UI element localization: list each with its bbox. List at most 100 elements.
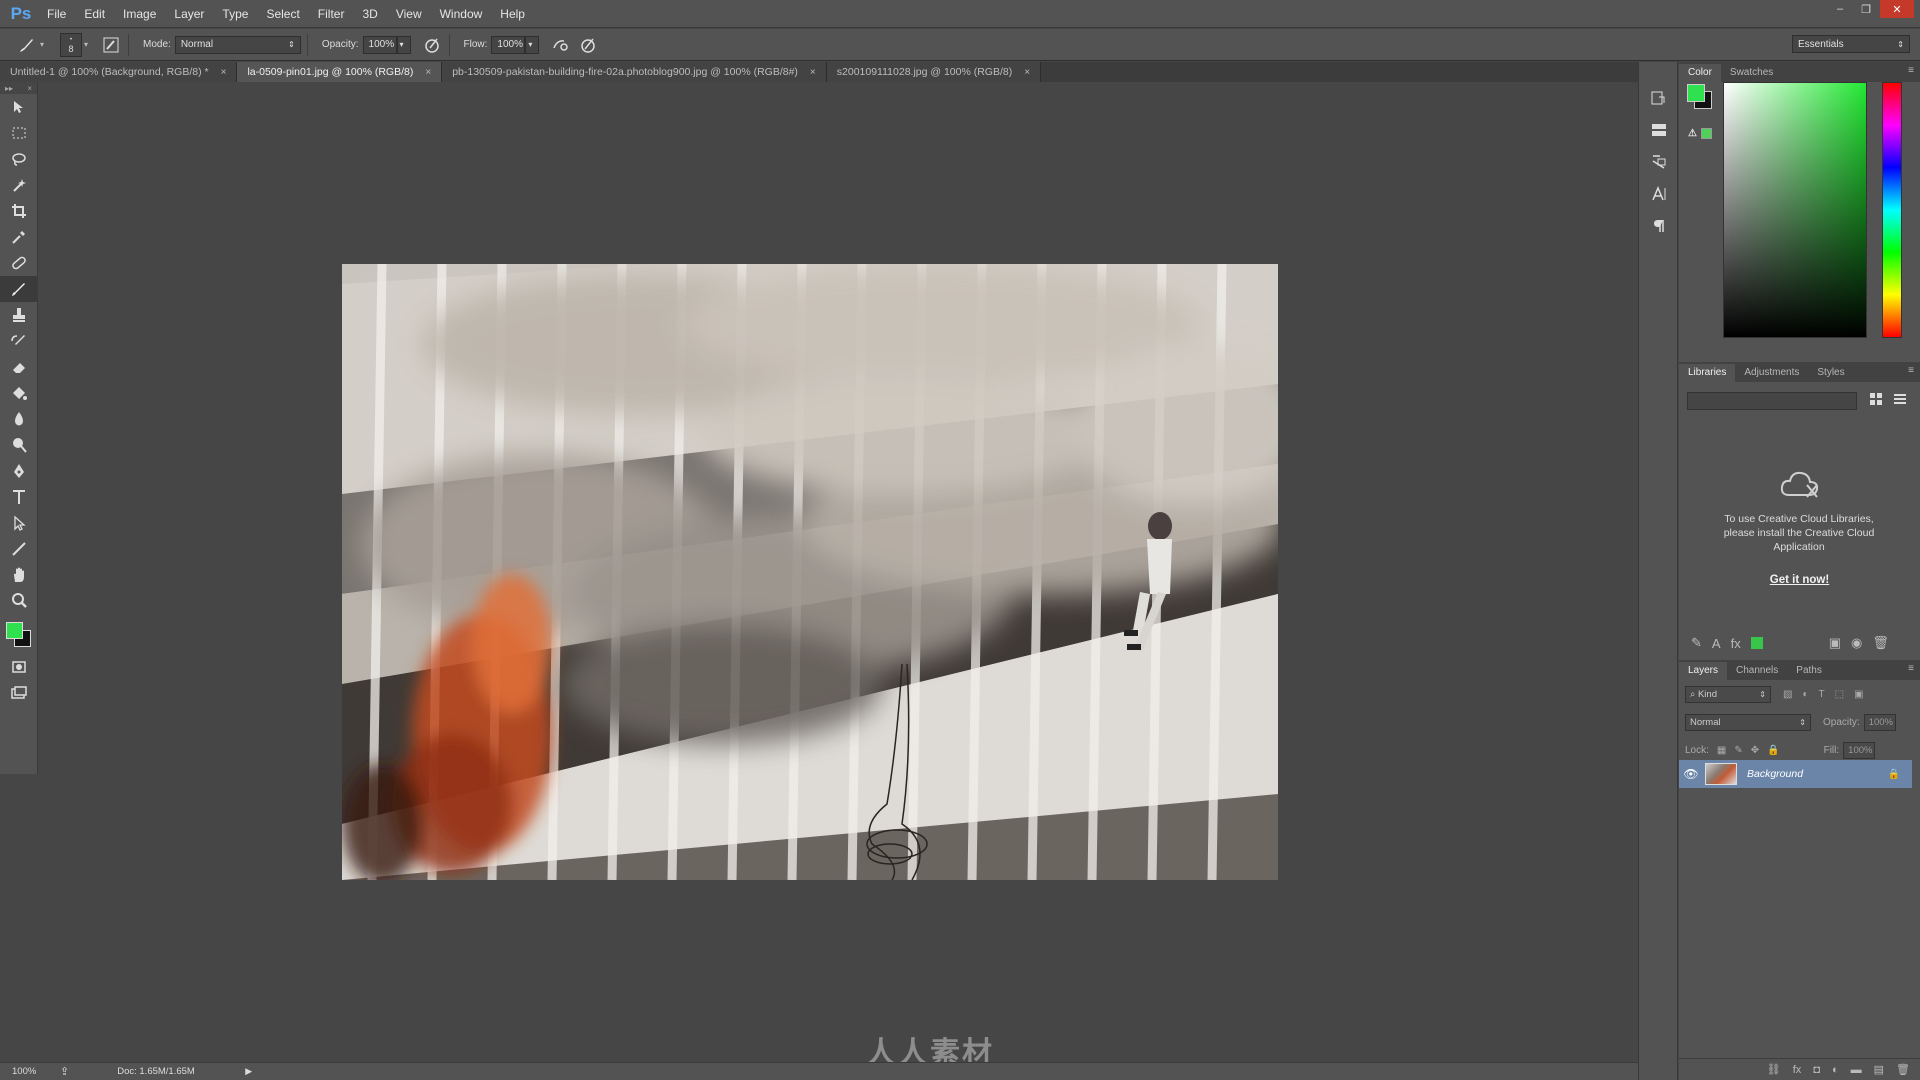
dodge-tool-icon[interactable]	[0, 432, 38, 458]
path-selection-tool-icon[interactable]	[0, 510, 38, 536]
add-layer-style-icon[interactable]: fx	[1793, 1064, 1802, 1076]
menu-3d[interactable]: 3D	[353, 0, 386, 28]
close-icon[interactable]: ×	[221, 67, 227, 78]
tab-styles[interactable]: Styles	[1808, 364, 1853, 382]
foreground-color-swatch[interactable]	[6, 622, 23, 639]
layer-row-background[interactable]: 👁 Background 🔒	[1679, 760, 1912, 788]
pressure-size-icon[interactable]	[577, 34, 599, 56]
history-panel-icon[interactable]	[1639, 82, 1679, 114]
lasso-tool-icon[interactable]	[0, 146, 38, 172]
pen-tool-icon[interactable]	[0, 458, 38, 484]
add-character-style-icon[interactable]: A	[1712, 636, 1721, 651]
filter-pixel-icon[interactable]: ▧	[1783, 689, 1792, 700]
zoom-level[interactable]: 100%	[12, 1066, 52, 1077]
flow-dropdown[interactable]: ▾	[525, 35, 540, 54]
tab-s200109111028[interactable]: s200109111028.jpg @ 100% (RGB/8) ×	[826, 62, 1042, 82]
add-mask-icon[interactable]: ◘	[1813, 1064, 1820, 1076]
panel-menu-icon[interactable]: ≡	[1908, 365, 1914, 376]
layer-opacity-field[interactable]: 100%	[1863, 713, 1896, 731]
filter-adjustment-icon[interactable]: ◐	[1802, 689, 1808, 700]
gamut-warning-icon[interactable]: ⚠	[1688, 128, 1699, 139]
tab-untitled-1[interactable]: Untitled-1 @ 100% (Background, RGB/8) * …	[0, 62, 238, 82]
menu-select[interactable]: Select	[257, 0, 308, 28]
mode-select[interactable]: Normal ⇕	[174, 35, 301, 54]
menu-edit[interactable]: Edit	[75, 0, 114, 28]
layer-name[interactable]: Background	[1747, 768, 1888, 780]
paragraph-panel-icon[interactable]	[1639, 210, 1679, 242]
share-icon[interactable]: ⇪	[60, 1065, 69, 1078]
delete-layer-icon[interactable]: 🗑	[1896, 1063, 1910, 1076]
menu-type[interactable]: Type	[213, 0, 257, 28]
close-icon[interactable]: ×	[425, 67, 431, 78]
tab-adjustments[interactable]: Adjustments	[1735, 364, 1808, 382]
add-layer-style-icon[interactable]: fx	[1731, 636, 1741, 651]
brush-tool-preset-icon[interactable]	[16, 34, 38, 56]
library-select[interactable]	[1687, 392, 1857, 410]
grid-view-icon[interactable]	[1869, 392, 1885, 408]
lock-transparent-icon[interactable]: ▦	[1717, 745, 1726, 756]
quick-selection-tool-icon[interactable]	[0, 172, 38, 198]
add-graphic-icon[interactable]: ✎	[1691, 635, 1702, 651]
quick-mask-icon[interactable]	[0, 654, 38, 680]
screen-mode-icon[interactable]	[0, 680, 38, 706]
workspace-switcher[interactable]: Essentials ⇕	[1792, 35, 1910, 53]
layer-filter-select[interactable]: ⌕ Kind ⇕	[1685, 685, 1771, 703]
panel-menu-icon[interactable]: ≡	[1908, 65, 1914, 76]
add-color-swatch[interactable]	[1750, 637, 1763, 649]
visibility-eye-icon[interactable]: 👁	[1679, 767, 1703, 781]
paint-bucket-tool-icon[interactable]	[0, 380, 38, 406]
properties-panel-icon[interactable]	[1639, 114, 1679, 146]
menu-filter[interactable]: Filter	[309, 0, 354, 28]
minimize-button[interactable]: –	[1828, 0, 1852, 18]
tools-panel-header[interactable]: ▸▸ ×	[0, 82, 37, 94]
lock-position-icon[interactable]: ✥	[1751, 745, 1759, 756]
tab-paths[interactable]: Paths	[1787, 662, 1831, 680]
menu-file[interactable]: File	[38, 0, 75, 28]
lock-all-icon[interactable]: 🔒	[1767, 745, 1779, 756]
zoom-tool-icon[interactable]	[0, 588, 38, 614]
tab-la-0509-pin01[interactable]: la-0509-pin01.jpg @ 100% (RGB/8) ×	[237, 62, 443, 82]
get-it-now-link[interactable]: Get it now!	[1679, 574, 1920, 586]
menu-image[interactable]: Image	[114, 0, 165, 28]
filter-type-icon[interactable]: T	[1819, 689, 1825, 700]
eyedropper-tool-icon[interactable]	[0, 224, 38, 250]
status-menu-arrow-icon[interactable]: ▶	[245, 1066, 252, 1077]
healing-brush-tool-icon[interactable]	[0, 250, 38, 276]
menu-layer[interactable]: Layer	[165, 0, 213, 28]
brush-tool-icon[interactable]	[0, 276, 38, 302]
new-group-icon[interactable]: ▬	[1851, 1064, 1862, 1076]
link-layers-icon[interactable]: ⛓	[1767, 1063, 1781, 1076]
blur-tool-icon[interactable]	[0, 406, 38, 432]
new-layer-icon[interactable]: ▤	[1874, 1063, 1884, 1076]
tab-pakistan-building-fire[interactable]: pb-130509-pakistan-building-fire-02a.pho…	[442, 62, 827, 82]
tab-layers[interactable]: Layers	[1679, 662, 1728, 680]
stock-icon[interactable]: ▣	[1829, 635, 1841, 651]
move-tool-icon[interactable]	[0, 94, 38, 120]
filter-shape-icon[interactable]: ⬚	[1835, 689, 1844, 700]
menu-window[interactable]: Window	[431, 0, 492, 28]
filter-smart-object-icon[interactable]: ▣	[1854, 689, 1863, 700]
sync-icon[interactable]: ◉	[1851, 635, 1862, 651]
tab-color[interactable]: Color	[1679, 64, 1721, 82]
document-image[interactable]	[342, 264, 1278, 880]
tab-channels[interactable]: Channels	[1727, 662, 1787, 680]
tab-swatches[interactable]: Swatches	[1721, 64, 1782, 82]
restore-button[interactable]: ❐	[1854, 0, 1878, 18]
tab-libraries[interactable]: Libraries	[1679, 364, 1736, 382]
hand-tool-icon[interactable]	[0, 562, 38, 588]
marquee-tool-icon[interactable]	[0, 120, 38, 146]
opacity-dropdown[interactable]: ▾	[396, 35, 411, 54]
opacity-field[interactable]: 100%	[362, 35, 397, 54]
brush-size-picker[interactable]: • 8	[60, 32, 83, 57]
close-button[interactable]: ✕	[1880, 0, 1914, 18]
blend-mode-select[interactable]: Normal ⇕	[1685, 713, 1811, 731]
glyphs-panel-icon[interactable]	[1639, 146, 1679, 178]
airbrush-icon[interactable]	[549, 34, 571, 56]
menu-view[interactable]: View	[387, 0, 431, 28]
clone-stamp-tool-icon[interactable]	[0, 302, 38, 328]
trash-icon[interactable]: 🗑	[1872, 635, 1889, 651]
color-foreground-swatch[interactable]	[1687, 84, 1705, 102]
lock-image-icon[interactable]: ✎	[1734, 745, 1742, 756]
history-brush-tool-icon[interactable]	[0, 328, 38, 354]
character-panel-icon[interactable]	[1639, 178, 1679, 210]
